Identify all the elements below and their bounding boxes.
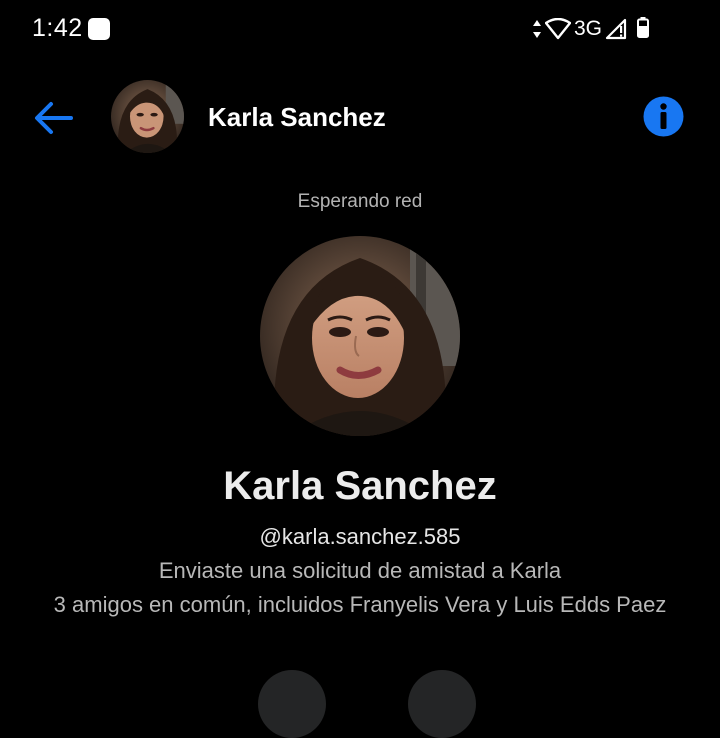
info-icon (643, 96, 684, 137)
conversation-header: Karla Sanchez (0, 68, 720, 168)
connection-status: Esperando red (297, 191, 423, 212)
notification-icon (88, 18, 110, 40)
mutual-friends: 3 amigos en común, incluidos Franyelis V… (53, 592, 667, 617)
profile-username: @karla.sanchez.585 (259, 524, 461, 549)
avatar[interactable] (111, 80, 184, 153)
back-button[interactable] (30, 96, 78, 140)
battery-icon (637, 17, 649, 38)
profile-action-button[interactable] (258, 670, 326, 738)
header-contact-name[interactable]: Karla Sanchez (208, 102, 386, 133)
info-button[interactable] (643, 96, 684, 137)
profile-avatar (260, 236, 460, 436)
profile-photo (260, 236, 460, 436)
network-type: 3G (573, 17, 602, 40)
wifi-icon (544, 18, 571, 40)
signal-icon (605, 18, 627, 40)
back-arrow-icon (35, 102, 73, 134)
status-bar: 1:42 3G (0, 0, 720, 60)
friend-request-status: Enviaste una solicitud de amistad a Karl… (158, 558, 562, 583)
data-arrows-icon (532, 20, 541, 38)
status-time: 1:42 (32, 14, 83, 42)
profile-action-button[interactable] (408, 670, 476, 738)
status-icons: 3G (532, 14, 652, 44)
avatar-photo (111, 80, 184, 153)
profile-name: Karla Sanchez (223, 464, 497, 508)
